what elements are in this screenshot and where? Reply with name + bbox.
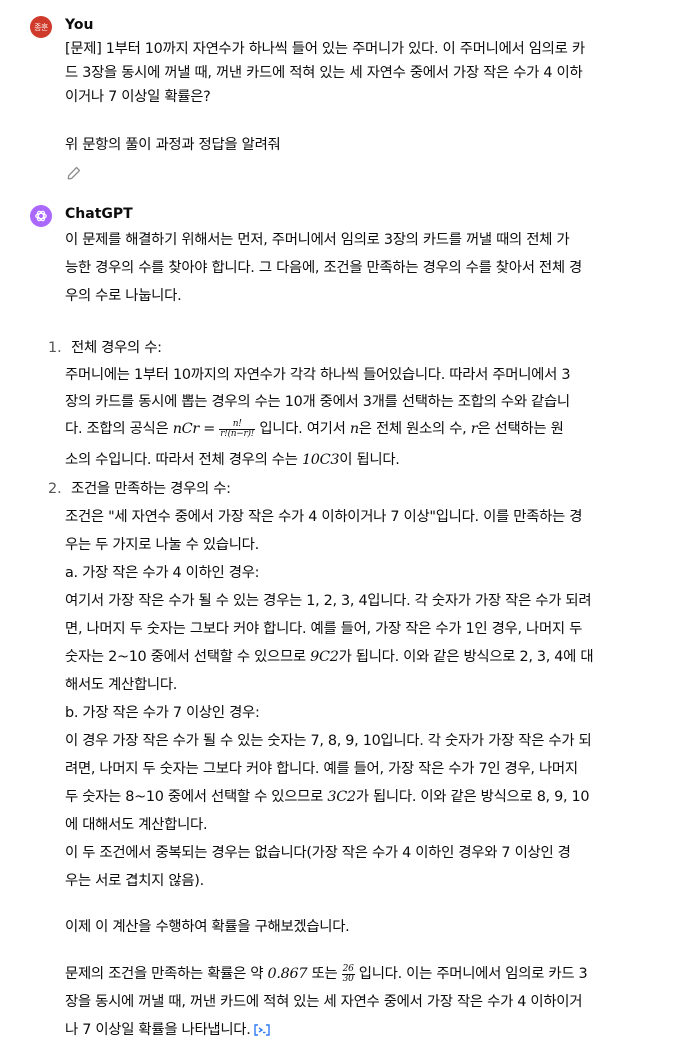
intro-line: 우의 수로 나눕니다. — [65, 288, 182, 304]
text: 두 숫자는 8~10 중에서 선택할 수 있으므로 — [65, 789, 328, 805]
fraction: n! r!(n−r)! — [219, 419, 256, 439]
numerator: 26 — [341, 963, 355, 975]
user-line: [문제] 1부터 10까지 자연수가 하나씩 들어 있는 주머니가 있다. 이 … — [65, 41, 585, 57]
formula-10c3: 10C3 — [301, 452, 340, 468]
list-number: 2. — [48, 481, 62, 497]
text: 또는 — [307, 966, 342, 982]
text: 가 됩니다. 이와 같은 방식으로 8, 9, 10 — [355, 789, 590, 805]
text: 입니다. 이는 주머니에서 임의로 카드 3 — [354, 966, 588, 982]
text: 나 7 이상일 확률을 나타냅니다. — [65, 1022, 251, 1038]
text: 은 전체 원소의 수, — [358, 421, 471, 437]
formula-ncr: nCr = — [172, 421, 220, 437]
list-number: 1. — [48, 340, 62, 356]
user-avatar: 종훈 — [30, 16, 52, 38]
formula-9c2: 9C2 — [310, 649, 339, 665]
text: 은 선택하는 원 — [477, 421, 564, 437]
case-a-line: 해서도 계산합니다. — [65, 677, 178, 693]
case-a-title: a. 가장 작은 수가 4 이하인 경우: — [65, 565, 260, 581]
intro-line: 이 문제를 해결하기 위해서는 먼저, 주머니에서 임의로 3장의 카드를 꺼낼… — [65, 232, 570, 248]
fraction: 26 30 — [341, 963, 355, 984]
case-a-line: 면, 나머지 두 숫자는 그보다 커야 합니다. 예를 들어, 가장 작은 수가… — [65, 621, 583, 637]
case-b-line: 이 경우 가장 작은 수가 될 수 있는 숫자는 7, 8, 9, 10입니다.… — [65, 733, 592, 749]
denominator: r!(n−r)! — [220, 428, 255, 439]
text: 숫자는 2~10 중에서 선택할 수 있으므로 — [65, 649, 311, 665]
final-line: 문제의 조건을 만족하는 확률은 약 0.867 또는 26 30 입니다. 이는… — [65, 962, 588, 986]
openai-logo-icon — [35, 210, 47, 222]
formula-3c2: 3C2 — [327, 789, 356, 805]
probability-decimal: 0.867 — [267, 966, 308, 982]
note-line: 이 두 조건에서 중복되는 경우는 없습니다(가장 작은 수가 4 이하인 경우… — [65, 845, 571, 861]
text: 이 됩니다. — [339, 452, 400, 468]
pencil-icon[interactable] — [66, 165, 82, 181]
denominator: 30 — [342, 973, 354, 984]
case-a-line: 숫자는 2~10 중에서 선택할 수 있으므로 9C2가 됩니다. 이와 같은 … — [65, 645, 594, 669]
chatgpt-avatar — [30, 205, 52, 227]
item1-line: 소의 수입니다. 따라서 전체 경우의 수는 10C3이 됩니다. — [65, 448, 400, 472]
assistant-name: ChatGPT — [65, 206, 133, 222]
final-line: 장을 동시에 꺼낼 때, 꺼낸 카드에 적혀 있는 세 자연수 중에서 가장 작… — [65, 994, 583, 1010]
numerator: n! — [219, 419, 256, 430]
text: 가 됩니다. 이와 같은 방식으로 2, 3, 4에 대 — [338, 649, 594, 665]
note-line: 우는 서로 겹치지 않음). — [65, 873, 204, 889]
user-name: You — [65, 17, 94, 33]
case-a-line: 여기서 가장 작은 수가 될 수 있는 경우는 1, 2, 3, 4입니다. 각… — [65, 593, 592, 609]
user-line: 위 문항의 풀이 과정과 정답을 알려줘 — [65, 137, 281, 153]
case-b-title: b. 가장 작은 수가 7 이상인 경우: — [65, 705, 260, 721]
calc-line: 이제 이 계산을 수행하여 확률을 구해보겠습니다. — [65, 919, 350, 935]
item2-line: 조건은 "세 자연수 중에서 가장 작은 수가 4 이하이거나 7 이상"입니다… — [65, 509, 583, 525]
item1-title: 전체 경우의 수: — [71, 340, 162, 356]
intro-line: 능한 경우의 수를 찾아야 합니다. 그 다음에, 조건을 만족하는 경우의 수… — [65, 260, 582, 276]
case-b-line: 려면, 나머지 두 숫자는 그보다 커야 합니다. 예를 들어, 가장 작은 수… — [65, 761, 578, 777]
text: 다. 조합의 공식은 — [65, 421, 173, 437]
case-b-line: 두 숫자는 8~10 중에서 선택할 수 있으므로 3C2가 됩니다. 이와 같… — [65, 785, 590, 809]
final-line: 나 7 이상일 확률을 나타냅니다. — [65, 1018, 271, 1042]
code-analysis-icon[interactable] — [253, 1023, 271, 1037]
item1-line: 장의 카드를 동시에 뽑는 경우의 수는 10개 중에서 3개를 선택하는 조합… — [65, 394, 570, 410]
item2-line: 우는 두 가지로 나눌 수 있습니다. — [65, 537, 259, 553]
text: 입니다. 여기서 — [255, 421, 350, 437]
user-avatar-text: 종훈 — [34, 22, 48, 32]
text: 소의 수입니다. 따라서 전체 경우의 수는 — [65, 452, 302, 468]
text: 문제의 조건을 만족하는 확률은 약 — [65, 966, 268, 982]
var-n: n — [349, 421, 359, 437]
item1-line: 주머니에는 1부터 10까지의 자연수가 각각 하나씩 들어있습니다. 따라서 … — [65, 367, 571, 383]
item1-line-formula: 다. 조합의 공식은 nCr = n! r!(n−r)! 입니다. 여기서 n은 … — [65, 417, 564, 441]
user-line: 이거나 7 이상일 확률은? — [65, 89, 211, 105]
item2-title: 조건을 만족하는 경우의 수: — [71, 481, 231, 497]
case-b-line: 에 대해서도 계산합니다. — [65, 817, 208, 833]
user-line: 드 3장을 동시에 꺼낼 때, 꺼낸 카드에 적혀 있는 세 자연수 중에서 가… — [65, 65, 583, 81]
